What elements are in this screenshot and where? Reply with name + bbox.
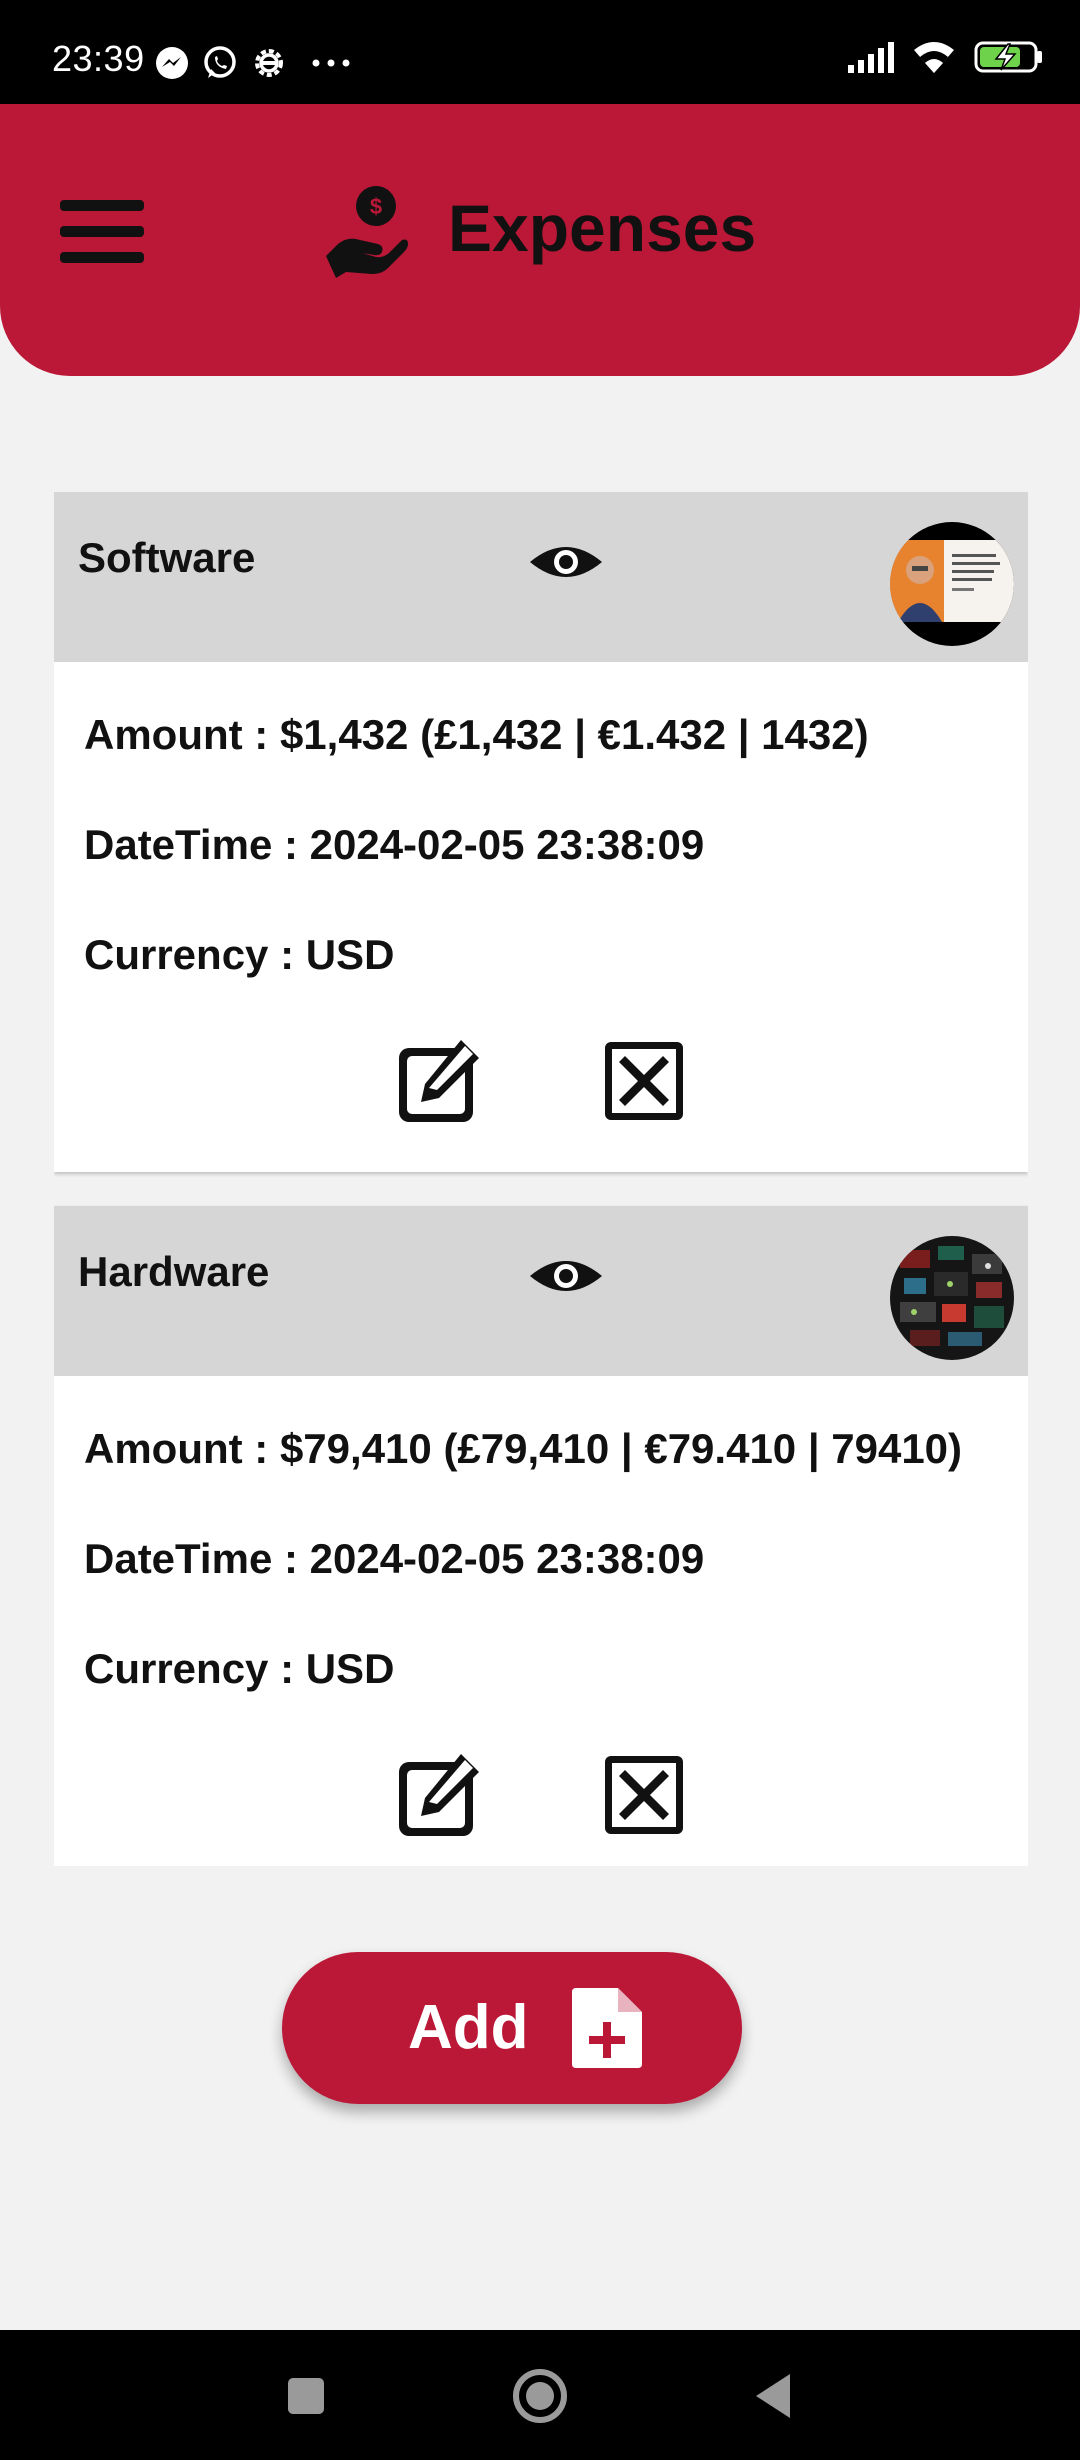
- expense-currency: Currency : USD: [84, 931, 395, 978]
- delete-icon[interactable]: [601, 1752, 687, 1838]
- settings-gear-icon: [255, 49, 283, 77]
- recent-apps-square-icon[interactable]: [276, 2366, 336, 2426]
- expense-actions: [84, 1752, 998, 1842]
- expense-amount: Amount : $1,432 (£1,432 | €1.432 | 1432): [84, 711, 869, 758]
- add-expense-button[interactable]: Add: [282, 1952, 742, 2104]
- page-title: Expenses: [448, 191, 757, 265]
- signal-icon: [848, 42, 894, 73]
- back-triangle-icon[interactable]: [744, 2366, 804, 2426]
- svg-text:$: $: [370, 194, 382, 219]
- expense-amount: Amount : $79,410 (£79,410 | €79.410 | 79…: [84, 1425, 963, 1472]
- expense-card-header: Hardware: [54, 1206, 1028, 1376]
- system-icons: [846, 40, 1044, 74]
- hand-holding-dollar-icon: $: [326, 186, 408, 278]
- messenger-icon: [156, 47, 188, 79]
- add-button-label: Add: [408, 1993, 529, 2062]
- expense-avatar-image[interactable]: [890, 1236, 1014, 1360]
- battery-charging-icon: [974, 41, 1042, 73]
- expense-datetime: DateTime : 2024-02-05 23:38:09: [84, 821, 705, 868]
- expense-card: Hardware Amount: $79,410 (£79,410 | €79…: [54, 1206, 1028, 1866]
- expense-card-body: Amount : $1,432 (£1,432 | €1.432 | 1432)…: [54, 662, 1028, 1172]
- home-circle-icon[interactable]: [510, 2366, 570, 2426]
- wifi-icon: [914, 42, 954, 73]
- more-dots-icon: [312, 59, 350, 67]
- app-header: $ Expenses: [0, 104, 1080, 376]
- hamburger-menu-icon[interactable]: [60, 200, 144, 264]
- system-nav-bar: [0, 2330, 1080, 2460]
- expense-card: Software Amount : $1,432 (£1,432 | €1.43…: [54, 492, 1028, 1172]
- expense-avatar-image[interactable]: [890, 522, 1014, 646]
- notification-icons: [154, 44, 354, 82]
- status-bar: 23:39: [0, 0, 1080, 104]
- whatsapp-icon: [204, 46, 236, 78]
- delete-icon[interactable]: [601, 1038, 687, 1124]
- view-eye-icon[interactable]: [528, 542, 604, 582]
- view-eye-icon[interactable]: [528, 1256, 604, 1296]
- expense-name: Hardware: [78, 1248, 270, 1295]
- expense-card-header: Software: [54, 492, 1028, 662]
- expense-actions: [84, 1038, 998, 1128]
- edit-icon[interactable]: [395, 1038, 481, 1124]
- expense-datetime: DateTime : 2024-02-05 23:38:09: [84, 1535, 705, 1582]
- add-file-icon: [572, 1988, 642, 2068]
- status-time: 23:39: [52, 38, 145, 79]
- expense-currency: Currency : USD: [84, 1645, 395, 1692]
- expense-name: Software: [78, 534, 256, 581]
- expense-card-body: Amount : $79,410 (£79,410 | €79.410 | 79…: [54, 1376, 1028, 1866]
- expense-list[interactable]: Software Amount : $1,432 (£1,432 | €1.43…: [54, 492, 1028, 1866]
- edit-icon[interactable]: [395, 1752, 481, 1838]
